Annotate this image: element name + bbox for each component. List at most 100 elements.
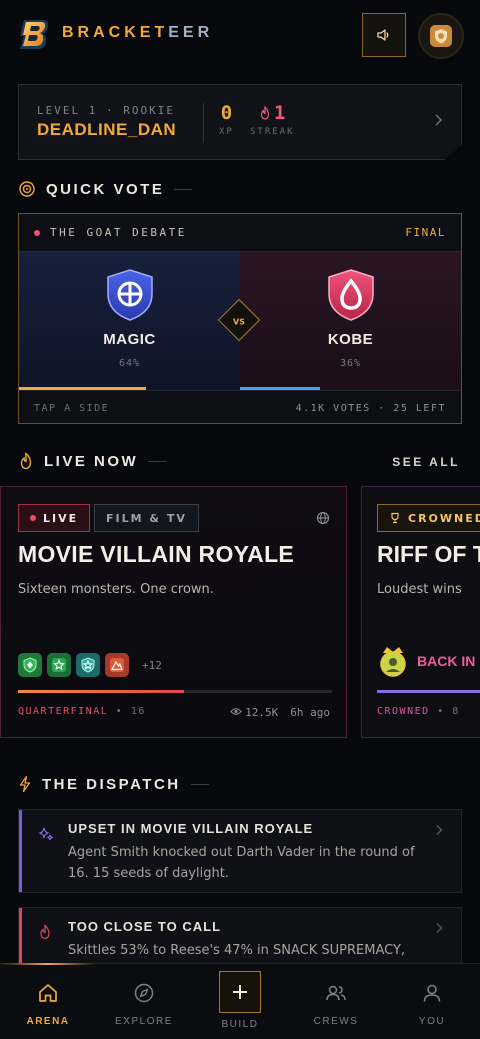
debate-title: THE GOAT DEBATE	[50, 226, 187, 239]
winner-row: BACK IN BL	[377, 644, 480, 678]
vote-card-header: THE GOAT DEBATE FINAL	[19, 214, 461, 252]
flame-icon	[40, 924, 50, 940]
quick-vote-card: THE GOAT DEBATE FINAL MAGIC 64% KOBE 36%…	[18, 213, 462, 424]
see-all-link[interactable]: SEE ALL	[392, 455, 460, 469]
bracket-progress-fill	[18, 690, 185, 693]
bottom-nav: ARENA EXPLORE BUILD CREWS YOU	[0, 963, 480, 1039]
option-name: MAGIC	[103, 331, 156, 348]
bracket-progress-bar	[18, 690, 332, 693]
bracket-age: 6h ago	[290, 706, 330, 719]
dispatch-headline: UPSET IN MOVIE VILLAIN ROYALE	[68, 821, 314, 836]
nav-label: YOU	[418, 1016, 446, 1027]
sound-toggle-button[interactable]	[362, 13, 406, 57]
versus-label: VS	[233, 316, 245, 326]
nav-label: CREWS	[313, 1016, 359, 1027]
round-size: 16	[130, 706, 146, 717]
level-label: LEVEL 1 · ROOKIE	[37, 104, 175, 117]
vote-card-footer: TAP A SIDE 4.1K VOTES · 25 LEFT	[19, 390, 461, 424]
crowned-badge: CROWNED	[377, 504, 480, 532]
brand-name-part2: EER	[168, 24, 214, 41]
globe-icon[interactable]	[316, 511, 330, 525]
heading-rule	[174, 188, 193, 190]
xp-value: 0	[220, 102, 233, 124]
sparkle-icon	[38, 827, 54, 841]
heading-rule	[148, 460, 167, 462]
nav-label: ARENA	[26, 1016, 70, 1027]
group-icon	[326, 985, 346, 1001]
star-shield-icon	[47, 653, 71, 677]
dispatch-headline: TOO CLOSE TO CALL	[68, 919, 222, 934]
profile-card[interactable]: LEVEL 1 · ROOKIE DEADLINE_DAN 0 XP 1 STR…	[18, 84, 462, 160]
home-icon	[39, 984, 57, 1002]
meta-separator: •	[115, 706, 124, 717]
live-dot	[34, 230, 40, 236]
username: DEADLINE_DAN	[37, 120, 177, 139]
meta-separator: •	[437, 706, 445, 717]
heading-rule	[190, 783, 209, 785]
bracket-progress-bar	[377, 690, 480, 693]
rank-badge-icon	[430, 25, 452, 47]
quick-vote-title: QUICK VOTE	[46, 180, 165, 198]
quick-vote-heading: QUICK VOTE	[18, 180, 193, 198]
mountain-badge-icon	[105, 653, 129, 677]
round-info: CROWNED • 8	[377, 706, 460, 717]
brand-name: BRACKETEER	[62, 24, 213, 42]
bracket-stats: 12.5K 6h ago	[230, 706, 330, 719]
bracket-subtitle: Loudest wins	[377, 582, 462, 597]
profile-divider	[203, 103, 204, 143]
dispatch-item[interactable]: UPSET IN MOVIE VILLAIN ROYALE Agent Smit…	[18, 809, 462, 893]
view-count: 12.5K	[230, 706, 278, 719]
view-count-value: 12.5K	[245, 706, 279, 719]
dispatch-accent-bar	[19, 908, 22, 966]
bracket-title: MOVIE VILLAIN ROYALE	[18, 541, 295, 567]
bracket-card[interactable]: CROWNED RIFF OF TH Loudest wins BACK IN …	[361, 486, 480, 738]
live-badge: LIVE	[18, 504, 91, 532]
nav-arena[interactable]: ARENA	[0, 982, 96, 1027]
option-percent: 64%	[118, 358, 141, 369]
category-tag[interactable]: FILM & TV	[94, 504, 199, 532]
flame-icon	[20, 452, 32, 470]
winner-avatar-icon	[380, 647, 406, 677]
dispatch-title: THE DISPATCH	[42, 775, 181, 793]
round-status: FINAL	[405, 226, 446, 239]
brand-logo-icon[interactable]	[16, 16, 52, 52]
bracket-card[interactable]: LIVE FILM & TV MOVIE VILLAIN ROYALE Sixt…	[0, 486, 347, 738]
crowned-badge-label: CROWNED	[408, 511, 480, 525]
vote-instruction: TAP A SIDE	[34, 403, 110, 414]
dispatch-item[interactable]: TOO CLOSE TO CALL Skittles 53% to Reese'…	[18, 907, 462, 967]
chevron-right-icon	[433, 112, 443, 131]
nav-explore[interactable]: EXPLORE	[96, 982, 192, 1027]
compass-icon	[134, 983, 154, 1003]
vote-count: 4.1K VOTES · 25 LEFT	[295, 403, 446, 414]
live-now-heading: LIVE NOW	[18, 452, 167, 470]
app-header: BRACKETEER	[0, 0, 480, 70]
category-label: FILM & TV	[106, 511, 187, 525]
round-info: QUARTERFINAL • 16	[18, 706, 146, 717]
vote-option-left[interactable]: MAGIC 64%	[19, 252, 240, 390]
avatar[interactable]	[418, 13, 464, 59]
dispatch-accent-bar	[19, 810, 22, 892]
user-icon	[423, 984, 441, 1002]
nav-label: BUILD	[221, 1019, 259, 1030]
nav-build-button[interactable]	[219, 971, 261, 1013]
lightning-icon	[19, 775, 31, 793]
xp-label: XP	[219, 127, 234, 137]
contender-badges: +12	[18, 653, 162, 677]
live-dot	[30, 515, 36, 521]
flame-icon	[260, 105, 270, 120]
round-name: CROWNED	[377, 706, 430, 717]
nav-you[interactable]: YOU	[384, 982, 480, 1027]
live-badge-label: LIVE	[43, 511, 79, 525]
dispatch-body: Agent Smith knocked out Darth Vader in t…	[68, 845, 415, 881]
vote-option-right[interactable]: KOBE 36%	[240, 252, 461, 390]
target-icon	[19, 181, 35, 197]
chevron-right-icon	[436, 923, 443, 933]
option-percent: 36%	[339, 358, 362, 369]
dispatch-heading: THE DISPATCH	[18, 775, 209, 793]
trophy-icon	[391, 512, 399, 524]
winner-name: BACK IN BL	[417, 653, 480, 669]
nav-crews[interactable]: CREWS	[288, 982, 384, 1027]
drop-shield-icon	[328, 269, 374, 321]
crosshair-shield-icon	[107, 269, 153, 321]
active-tab-glow	[0, 963, 96, 965]
